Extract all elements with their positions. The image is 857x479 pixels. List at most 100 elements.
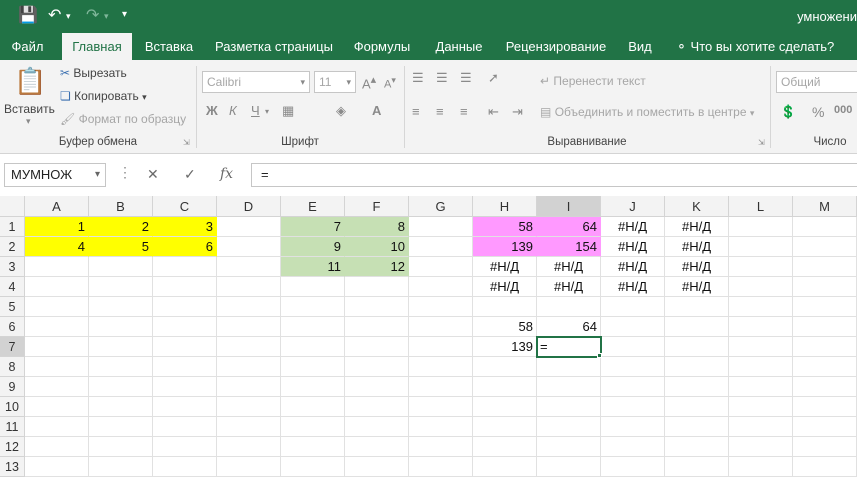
- column-header-f[interactable]: F: [345, 196, 409, 217]
- cell-d1[interactable]: [217, 217, 281, 237]
- cell-i1[interactable]: 64: [537, 217, 601, 237]
- row-header-11[interactable]: 11: [0, 417, 25, 437]
- cell-a13[interactable]: [25, 457, 89, 477]
- cell-m12[interactable]: [793, 437, 857, 457]
- column-header-b[interactable]: B: [89, 196, 153, 217]
- row-header-12[interactable]: 12: [0, 437, 25, 457]
- cell-e5[interactable]: [281, 297, 345, 317]
- formula-bar-drag-handle[interactable]: ⋮: [118, 164, 132, 181]
- cell-e6[interactable]: [281, 317, 345, 337]
- cell-k2[interactable]: #Н/Д: [665, 237, 729, 257]
- cell-g1[interactable]: [409, 217, 473, 237]
- row-header-10[interactable]: 10: [0, 397, 25, 417]
- cell-e8[interactable]: [281, 357, 345, 377]
- cell-f7[interactable]: [345, 337, 409, 357]
- decrease-font-icon[interactable]: A▾: [384, 75, 396, 91]
- cell-l13[interactable]: [729, 457, 793, 477]
- cell-c4[interactable]: [153, 277, 217, 297]
- cell-j6[interactable]: [601, 317, 665, 337]
- cell-i8[interactable]: [537, 357, 601, 377]
- cell-b8[interactable]: [89, 357, 153, 377]
- cell-j4[interactable]: #Н/Д: [601, 277, 665, 297]
- cell-l3[interactable]: [729, 257, 793, 277]
- cell-k13[interactable]: [665, 457, 729, 477]
- redo-icon[interactable]: ↷: [86, 5, 99, 25]
- cell-l4[interactable]: [729, 277, 793, 297]
- paste-button[interactable]: Вставить: [4, 102, 55, 116]
- cell-m1[interactable]: [793, 217, 857, 237]
- cell-g9[interactable]: [409, 377, 473, 397]
- cell-a9[interactable]: [25, 377, 89, 397]
- paste-icon[interactable]: 📋: [14, 66, 46, 97]
- column-header-l[interactable]: L: [729, 196, 793, 217]
- row-header-7[interactable]: 7: [0, 337, 25, 357]
- cell-b1[interactable]: 2: [89, 217, 153, 237]
- cell-a4[interactable]: [25, 277, 89, 297]
- column-header-g[interactable]: G: [409, 196, 473, 217]
- cell-j9[interactable]: [601, 377, 665, 397]
- cell-j10[interactable]: [601, 397, 665, 417]
- cell-i2[interactable]: 154: [537, 237, 601, 257]
- cell-a10[interactable]: [25, 397, 89, 417]
- cell-j8[interactable]: [601, 357, 665, 377]
- paste-dropdown-icon[interactable]: ▾: [26, 116, 31, 127]
- cell-m13[interactable]: [793, 457, 857, 477]
- cell-g7[interactable]: [409, 337, 473, 357]
- copy-button[interactable]: ❏ Копировать ▾: [60, 89, 147, 103]
- column-header-d[interactable]: D: [217, 196, 281, 217]
- cell-a6[interactable]: [25, 317, 89, 337]
- cell-c8[interactable]: [153, 357, 217, 377]
- cell-l9[interactable]: [729, 377, 793, 397]
- cell-d3[interactable]: [217, 257, 281, 277]
- cell-i4[interactable]: #Н/Д: [537, 277, 601, 297]
- cell-e2[interactable]: 9: [281, 237, 345, 257]
- align-center-icon[interactable]: ≡: [436, 104, 444, 119]
- row-header-9[interactable]: 9: [0, 377, 25, 397]
- orientation-icon[interactable]: ➚: [488, 70, 499, 86]
- column-header-j[interactable]: J: [601, 196, 665, 217]
- cell-g11[interactable]: [409, 417, 473, 437]
- cell-f3[interactable]: 12: [345, 257, 409, 277]
- column-header-i[interactable]: I: [537, 196, 601, 217]
- cell-a5[interactable]: [25, 297, 89, 317]
- cell-h10[interactable]: [473, 397, 537, 417]
- cell-g13[interactable]: [409, 457, 473, 477]
- cell-j12[interactable]: [601, 437, 665, 457]
- cell-k4[interactable]: #Н/Д: [665, 277, 729, 297]
- align-right-icon[interactable]: ≡: [460, 104, 468, 119]
- font-color-icon[interactable]: A: [372, 103, 381, 118]
- redo-dropdown-icon[interactable]: ▾: [104, 11, 109, 22]
- cell-e10[interactable]: [281, 397, 345, 417]
- cell-d8[interactable]: [217, 357, 281, 377]
- cell-a11[interactable]: [25, 417, 89, 437]
- cell-h8[interactable]: [473, 357, 537, 377]
- cell-e12[interactable]: [281, 437, 345, 457]
- cell-k8[interactable]: [665, 357, 729, 377]
- row-header-3[interactable]: 3: [0, 257, 25, 277]
- cell-i11[interactable]: [537, 417, 601, 437]
- cell-i10[interactable]: [537, 397, 601, 417]
- row-header-13[interactable]: 13: [0, 457, 25, 477]
- cell-a2[interactable]: 4: [25, 237, 89, 257]
- increase-indent-icon[interactable]: ⇥: [512, 104, 523, 120]
- cell-k11[interactable]: [665, 417, 729, 437]
- cancel-icon[interactable]: ✕: [147, 166, 159, 183]
- cell-h9[interactable]: [473, 377, 537, 397]
- cell-f6[interactable]: [345, 317, 409, 337]
- cell-h1[interactable]: 58: [473, 217, 537, 237]
- cell-g5[interactable]: [409, 297, 473, 317]
- underline-button[interactable]: Ч: [251, 103, 260, 118]
- cell-i3[interactable]: #Н/Д: [537, 257, 601, 277]
- cell-c6[interactable]: [153, 317, 217, 337]
- cell-d2[interactable]: [217, 237, 281, 257]
- cell-d4[interactable]: [217, 277, 281, 297]
- cell-b10[interactable]: [89, 397, 153, 417]
- cell-j13[interactable]: [601, 457, 665, 477]
- merge-center-button[interactable]: ▤ Объединить и поместить в центре ▾: [540, 105, 754, 119]
- cell-a1[interactable]: 1: [25, 217, 89, 237]
- cell-h11[interactable]: [473, 417, 537, 437]
- cell-i13[interactable]: [537, 457, 601, 477]
- cell-k1[interactable]: #Н/Д: [665, 217, 729, 237]
- cell-k10[interactable]: [665, 397, 729, 417]
- cell-h5[interactable]: [473, 297, 537, 317]
